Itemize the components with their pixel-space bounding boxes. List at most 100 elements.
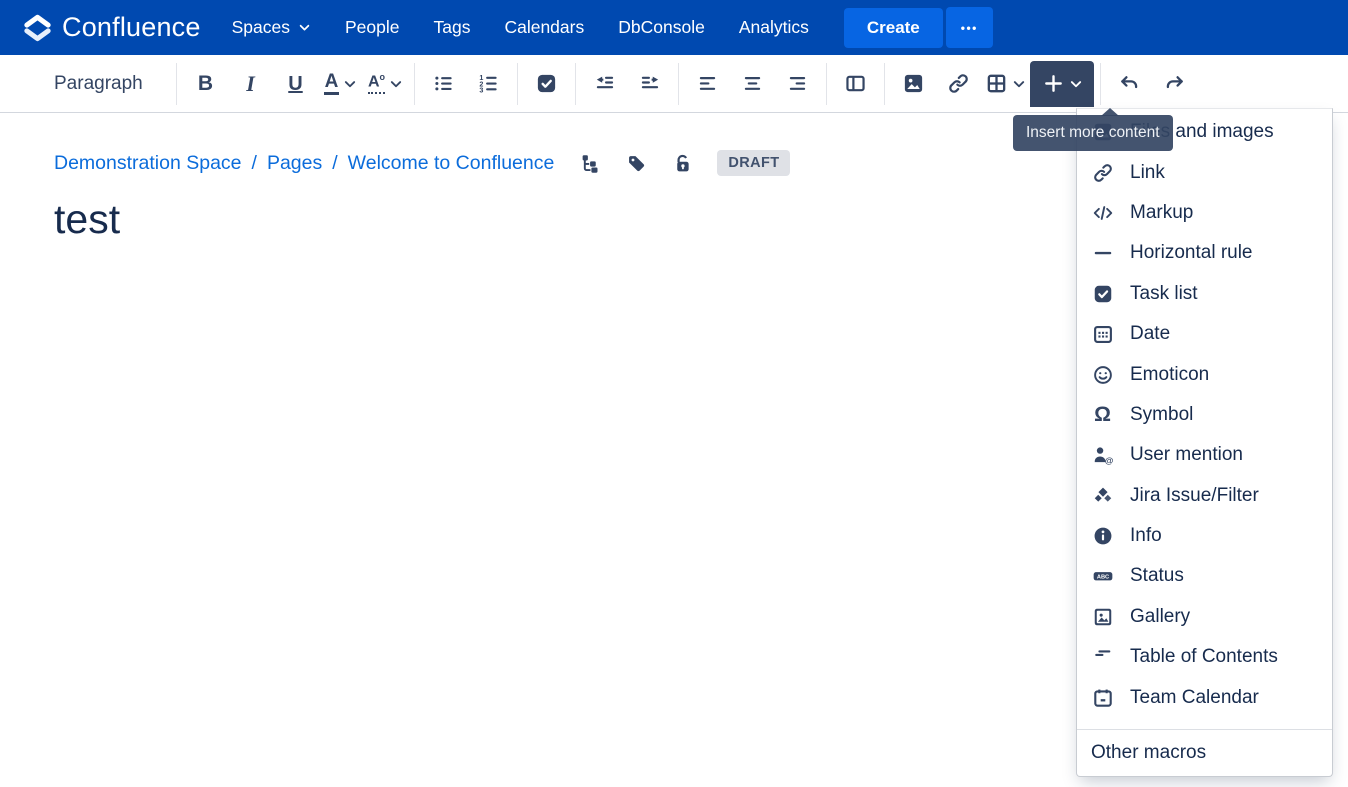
menu-item-info[interactable]: Info: [1077, 516, 1332, 556]
menu-item-label: Gallery: [1130, 605, 1191, 627]
bullet-list-button[interactable]: [421, 64, 466, 104]
task-list-icon: [535, 72, 558, 95]
menu-item-link[interactable]: Link: [1077, 152, 1332, 192]
link-icon: [947, 72, 970, 95]
align-left-button[interactable]: [685, 64, 730, 104]
menu-item-table-of-contents[interactable]: Table of Contents: [1077, 637, 1332, 677]
menu-item-label: Status: [1130, 565, 1184, 587]
editor-content-area[interactable]: [0, 260, 1060, 780]
task-list-icon: [1091, 282, 1114, 305]
nav-item-dbconsole[interactable]: DbConsole: [601, 0, 722, 55]
italic-button[interactable]: I: [228, 64, 273, 104]
menu-item-label: Task list: [1130, 282, 1198, 304]
svg-text:3: 3: [479, 87, 483, 95]
redo-button[interactable]: [1152, 64, 1197, 104]
numbered-list-button[interactable]: 123: [466, 64, 511, 104]
breadcrumb-separator: /: [251, 151, 257, 174]
menu-item-label: Symbol: [1130, 403, 1194, 425]
task-list-button[interactable]: [524, 64, 569, 104]
toolbar-separator: [414, 62, 415, 105]
breadcrumb-link-1[interactable]: Demonstration Space: [54, 152, 242, 175]
table-of-contents-icon: [1091, 646, 1114, 669]
menu-item-team-calendar[interactable]: Team Calendar: [1077, 677, 1332, 717]
outdent-button[interactable]: [582, 64, 627, 104]
undo-icon: [1118, 72, 1141, 95]
other-macros-item[interactable]: Other macros: [1077, 728, 1332, 776]
toolbar-separator: [1100, 62, 1101, 105]
toolbar-group: [524, 64, 569, 104]
nav-item-people[interactable]: People: [328, 0, 417, 55]
menu-item-symbol[interactable]: Ω Symbol: [1077, 395, 1332, 435]
menu-item-jira-issue-filter[interactable]: Jira Issue/Filter: [1077, 476, 1332, 516]
nav-item-calendars[interactable]: Calendars: [487, 0, 601, 55]
insert-more-content-tooltip: Insert more content: [1013, 108, 1173, 151]
paragraph-style-label: Paragraph: [54, 72, 143, 94]
page-tree-icon[interactable]: [580, 153, 601, 174]
redo-icon: [1163, 72, 1186, 95]
menu-item-markup[interactable]: Markup: [1077, 193, 1332, 233]
text-color-button[interactable]: A: [318, 64, 363, 104]
nav-item-spaces[interactable]: Spaces: [215, 0, 328, 55]
gallery-icon: [1091, 605, 1114, 628]
status-icon: ABC: [1091, 565, 1114, 588]
plus-icon: [1042, 72, 1065, 95]
nav-item-label: DbConsole: [618, 17, 705, 37]
svg-text:ABC: ABC: [1096, 575, 1108, 581]
nav-more-button[interactable]: •••: [945, 7, 993, 48]
draft-status-badge: DRAFT: [717, 150, 791, 176]
symbol-icon: Ω: [1094, 403, 1111, 427]
nav-item-label: Calendars: [504, 17, 585, 37]
more-formatting-button[interactable]: Ao: [363, 64, 408, 104]
menu-item-date[interactable]: Date: [1077, 314, 1332, 354]
menu-item-label: Link: [1130, 161, 1165, 183]
menu-item-label: Jira Issue/Filter: [1130, 484, 1259, 506]
toolbar-group: [582, 64, 672, 104]
bullet-list-icon: [432, 72, 455, 95]
unlock-icon[interactable]: [672, 153, 693, 174]
toolbar-buttons: B I U A Ao 1 2 3: [170, 60, 1197, 107]
info-icon: [1091, 525, 1114, 548]
menu-item-gallery[interactable]: Gallery: [1077, 597, 1332, 637]
page-title-input[interactable]: test: [54, 196, 120, 243]
confluence-home-link[interactable]: Confluence: [22, 12, 201, 43]
breadcrumb: Demonstration Space / Pages / Welcome to Con…: [54, 152, 554, 175]
paragraph-style-select[interactable]: Paragraph: [54, 73, 162, 95]
nav-item-analytics[interactable]: Analytics: [722, 0, 826, 55]
emoticon-icon: [1091, 363, 1114, 386]
undo-button[interactable]: [1107, 64, 1152, 104]
toolbar-separator: [884, 62, 885, 105]
outdent-icon: [593, 72, 616, 95]
italic-icon: I: [246, 70, 255, 96]
menu-item-horizontal-rule[interactable]: Horizontal rule: [1077, 233, 1332, 273]
bold-button[interactable]: B: [183, 64, 228, 104]
align-center-button[interactable]: [730, 64, 775, 104]
menu-item-task-list[interactable]: Task list: [1077, 274, 1332, 314]
editor-toolbar: Paragraph B I U A Ao 1 2 3: [0, 55, 1348, 113]
breadcrumb-separator: /: [332, 151, 338, 174]
nav-item-label: People: [344, 17, 400, 37]
underline-button[interactable]: U: [273, 64, 318, 104]
toolbar-separator: [517, 62, 518, 105]
insert-link-button[interactable]: [936, 64, 981, 104]
create-button[interactable]: Create: [843, 7, 943, 48]
nav-item-label: Analytics: [738, 17, 809, 37]
insert-table-button[interactable]: [981, 64, 1030, 104]
align-right-button[interactable]: [775, 64, 820, 104]
toolbar-group: [891, 60, 1094, 107]
menu-item-user-mention[interactable]: @ User mention: [1077, 435, 1332, 475]
label-icon[interactable]: [626, 153, 647, 174]
menu-item-status[interactable]: ABC Status: [1077, 556, 1332, 596]
nav-item-tags[interactable]: Tags: [416, 0, 487, 55]
insert-image-icon: [902, 72, 925, 95]
menu-item-emoticon[interactable]: Emoticon: [1077, 354, 1332, 394]
breadcrumb-link-3[interactable]: Welcome to Confluence: [348, 152, 555, 175]
breadcrumb-link-2[interactable]: Pages: [267, 152, 322, 175]
indent-button[interactable]: [627, 64, 672, 104]
insert-files-button[interactable]: [891, 64, 936, 104]
user-mention-icon: @: [1091, 444, 1114, 467]
toolbar-group: B I U A Ao: [183, 64, 408, 104]
menu-item-label: Emoticon: [1130, 363, 1210, 385]
page-layout-button[interactable]: [833, 64, 878, 104]
team-calendar-icon: [1091, 686, 1114, 709]
insert-more-content-button[interactable]: [1030, 60, 1094, 107]
